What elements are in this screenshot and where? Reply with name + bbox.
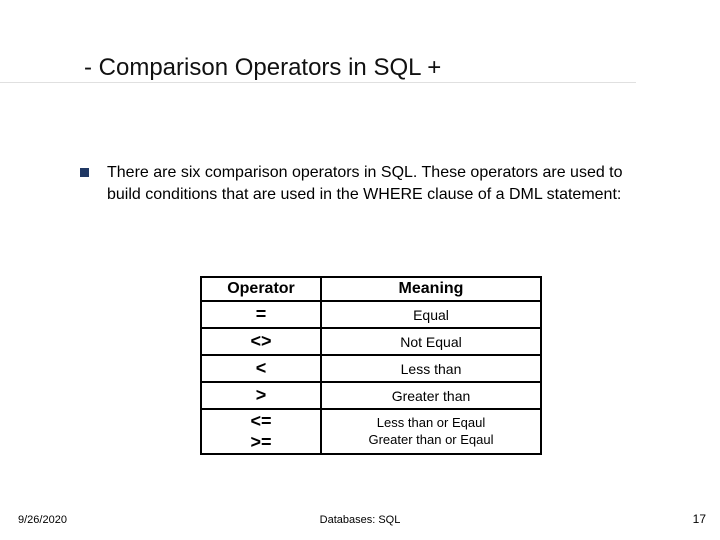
cell-meaning: Less than: [321, 355, 541, 382]
cell-meaning: Equal: [321, 301, 541, 328]
table-row: = Equal: [201, 301, 541, 328]
cell-meaning: Not Equal: [321, 328, 541, 355]
title-underline: [0, 82, 636, 84]
cell-operator-double: <= >=: [201, 409, 321, 454]
mn-line-2: Greater than or Eqaul: [328, 432, 534, 449]
header-meaning: Meaning: [321, 277, 541, 301]
cell-meaning-double: Less than or Eqaul Greater than or Eqaul: [321, 409, 541, 454]
slide-title: - Comparison Operators in SQL +: [84, 54, 441, 82]
table-row: < Less than: [201, 355, 541, 382]
op-line-2: >=: [208, 432, 314, 453]
footer-page-number: 17: [693, 512, 706, 526]
cell-operator: <>: [201, 328, 321, 355]
footer-center: Databases: SQL: [0, 514, 720, 526]
cell-meaning: Greater than: [321, 382, 541, 409]
table-row-double: <= >= Less than or Eqaul Greater than or…: [201, 409, 541, 454]
title-block: - Comparison Operators in SQL +: [84, 54, 441, 82]
square-bullet-icon: [80, 168, 89, 177]
mn-line-1: Less than or Eqaul: [328, 415, 534, 432]
header-operator: Operator: [201, 277, 321, 301]
table-row: > Greater than: [201, 382, 541, 409]
bullet-text: There are six comparison operators in SQ…: [107, 162, 660, 205]
body-block: There are six comparison operators in SQ…: [80, 162, 660, 205]
slide: - Comparison Operators in SQL + There ar…: [0, 0, 720, 540]
cell-operator: >: [201, 382, 321, 409]
bullet-item: There are six comparison operators in SQ…: [80, 162, 660, 205]
op-line-1: <=: [208, 411, 314, 432]
operators-table: Operator Meaning = Equal <> Not Equal < …: [200, 276, 542, 455]
table-header-row: Operator Meaning: [201, 277, 541, 301]
cell-operator: =: [201, 301, 321, 328]
cell-operator: <: [201, 355, 321, 382]
table-row: <> Not Equal: [201, 328, 541, 355]
